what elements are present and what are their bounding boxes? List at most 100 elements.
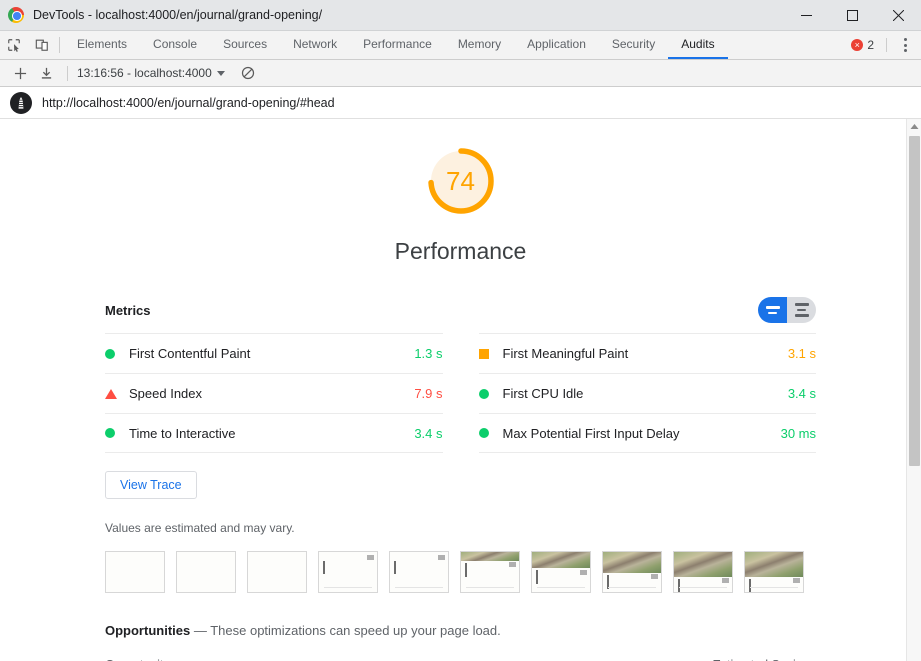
title-bar: DevTools - localhost:4000/en/journal/gra…: [0, 0, 921, 31]
window-title: DevTools - localhost:4000/en/journal/gra…: [33, 8, 323, 22]
filmstrip-frame: [247, 551, 307, 593]
toolbar-divider-2: [886, 38, 887, 52]
status-average-icon: [478, 348, 503, 359]
metrics-view-toggle[interactable]: [758, 297, 816, 323]
tab-memory[interactable]: Memory: [445, 31, 514, 59]
metric-value: 1.3 s: [414, 346, 443, 361]
inspect-element-icon[interactable]: [0, 31, 28, 59]
audit-run-selector[interactable]: 13:16:56 - localhost:4000: [77, 66, 225, 80]
metric-name: Max Potential First Input Delay: [502, 425, 680, 441]
frame-text-line: [608, 587, 656, 588]
filmstrip-frame: [602, 551, 662, 593]
metrics-column-left: First Contentful Paint 1.3 s Speed Index…: [105, 333, 443, 453]
frame-logo-block: [651, 574, 658, 580]
window-controls: [783, 0, 921, 31]
scrollbar-thumb[interactable]: [909, 136, 920, 466]
view-trace-wrap: View Trace: [105, 471, 816, 499]
metric-value: 30 ms: [780, 425, 816, 441]
metric-row[interactable]: First Meaningful Paint 3.1 s: [478, 333, 816, 373]
devtools-tab-bar: Elements Console Sources Network Perform…: [0, 31, 921, 60]
filmstrip-view-toggle-icon[interactable]: [758, 297, 787, 323]
tab-application[interactable]: Application: [514, 31, 599, 59]
status-good-icon: [105, 428, 129, 438]
frame-photo: [603, 552, 661, 573]
metric-name: First CPU Idle: [502, 386, 584, 401]
frame-logo-block: [793, 578, 800, 584]
list-view-toggle-icon[interactable]: [787, 297, 816, 323]
frame-sidebar-block: [465, 563, 467, 577]
minimize-button[interactable]: [783, 0, 829, 31]
report-scrollbar[interactable]: [906, 119, 921, 661]
tab-audits[interactable]: Audits: [668, 31, 728, 59]
metrics-column-right: First Meaningful Paint 3.1 s First CPU I…: [478, 333, 816, 453]
tab-network[interactable]: Network: [280, 31, 350, 59]
opportunities-subtitle: These optimizations can speed up your pa…: [210, 623, 501, 638]
opportunities-heading: Opportunities: [105, 623, 191, 638]
report-body: Metrics First Contentful Paint 1.3 s Spe…: [0, 297, 921, 661]
frame-sidebar-block: [749, 579, 751, 592]
metric-row[interactable]: Max Potential First Input Delay 30 ms: [478, 413, 816, 453]
metrics-columns: First Contentful Paint 1.3 s Speed Index…: [105, 333, 816, 453]
score-value: 74: [446, 165, 475, 196]
metric-value: 3.1 s: [787, 346, 816, 361]
filmstrip-frame: [744, 551, 804, 593]
scroll-up-icon[interactable]: [907, 119, 921, 133]
maximize-button[interactable]: [829, 0, 875, 31]
filmstrip-frame: [460, 551, 520, 593]
filmstrip: [105, 551, 816, 593]
metric-name: First Contentful Paint: [129, 346, 251, 361]
toolbar-divider: [59, 37, 60, 53]
tab-console[interactable]: Console: [140, 31, 210, 59]
metric-value: 3.4 s: [414, 425, 443, 441]
view-trace-button[interactable]: View Trace: [105, 471, 197, 499]
filmstrip-frame: [176, 551, 236, 593]
metric-name: Speed Index: [129, 386, 203, 401]
frame-sidebar-block: [394, 560, 396, 575]
metrics-header: Metrics: [105, 297, 816, 323]
frame-text-line: [750, 587, 798, 588]
metric-row[interactable]: Time to Interactive 3.4 s: [105, 413, 443, 453]
chevron-down-icon: [216, 70, 225, 76]
metric-name: First Meaningful Paint: [502, 346, 629, 361]
metric-row[interactable]: First CPU Idle 3.4 s: [478, 373, 816, 413]
status-good-icon: [478, 428, 503, 438]
tab-security[interactable]: Security: [599, 31, 668, 59]
device-toolbar-icon[interactable]: [28, 31, 56, 59]
metrics-title: Metrics: [105, 302, 151, 318]
frame-text-line: [395, 587, 443, 588]
import-audit-icon[interactable]: [34, 62, 58, 84]
metric-name: Time to Interactive: [129, 425, 236, 441]
tab-elements[interactable]: Elements: [64, 31, 140, 59]
clear-audits-icon[interactable]: [241, 66, 255, 80]
close-button[interactable]: [875, 0, 921, 31]
frame-sidebar-block: [323, 560, 325, 575]
audit-run-label: 13:16:56 - localhost:4000: [77, 66, 212, 80]
tab-performance[interactable]: Performance: [350, 31, 445, 59]
frame-text-line: [466, 587, 514, 588]
audits-toolbar: 13:16:56 - localhost:4000: [0, 60, 921, 87]
score-category-label: Performance: [394, 238, 527, 264]
error-count-badge[interactable]: × 2: [851, 31, 878, 59]
frame-logo-block: [722, 578, 729, 584]
score-gauge-section: 74 Performance: [0, 119, 921, 265]
frame-logo-block: [438, 555, 445, 560]
frame-text-line: [537, 587, 585, 588]
frame-text-line: [679, 587, 727, 588]
filmstrip-frame: [531, 551, 591, 593]
metric-row[interactable]: Speed Index 7.9 s: [105, 373, 443, 413]
frame-logo-block: [580, 569, 587, 575]
new-audit-button[interactable]: [8, 62, 32, 84]
opportunities-dash: —: [193, 623, 207, 638]
metric-row[interactable]: First Contentful Paint 1.3 s: [105, 333, 443, 373]
status-good-icon: [105, 348, 129, 359]
frame-photo: [461, 552, 519, 561]
filmstrip-frame: [389, 551, 449, 593]
more-options-icon[interactable]: [895, 31, 921, 59]
frame-photo: [674, 552, 732, 577]
tab-sources[interactable]: Sources: [210, 31, 280, 59]
audited-url[interactable]: http://localhost:4000/en/journal/grand-o…: [42, 96, 335, 110]
frame-logo-block: [509, 562, 516, 568]
filmstrip-frame: [318, 551, 378, 593]
frame-text-line: [324, 587, 372, 588]
devtools-window: DevTools - localhost:4000/en/journal/gra…: [0, 0, 921, 661]
